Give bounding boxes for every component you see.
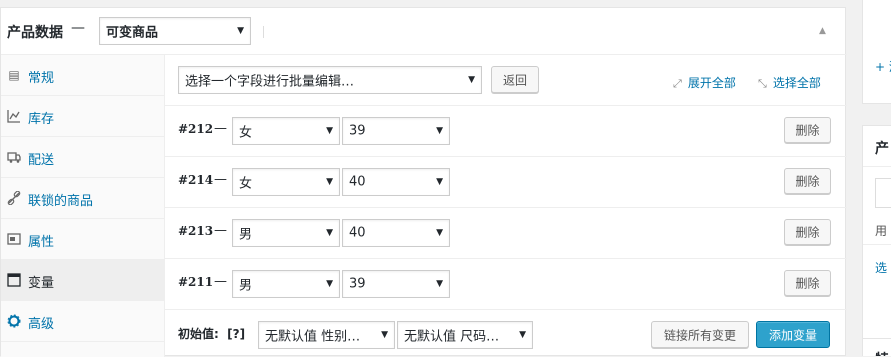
size-select[interactable]: 39 ▼ [342, 117, 450, 145]
chevron-down-icon: ▼ [468, 75, 475, 85]
title-dash: — [71, 20, 85, 36]
tab-label: 属性 [28, 235, 55, 250]
variation-id: #211 [178, 275, 214, 289]
linked-products-icon [7, 190, 21, 206]
chevron-down-icon: ▼ [326, 279, 333, 289]
gender-select[interactable]: 女 ▼ [232, 117, 340, 145]
chevron-down-icon: ▼ [436, 177, 443, 187]
tab-linked-products[interactable]: 联锁的商品 [1, 178, 165, 219]
bulk-edit-value: 选择一个字段进行批量编辑… [185, 74, 355, 90]
right-sidebar-box: 特 [862, 338, 891, 356]
variation-id: #213 [178, 224, 214, 238]
chevron-down-icon: ▼ [326, 228, 333, 238]
variation-row[interactable]: #213 — 男 ▼ 40 ▼ 删除 [165, 207, 847, 259]
size-select[interactable]: 40 ▼ [342, 168, 450, 196]
add-variation-button[interactable]: 添加变量 [756, 321, 830, 348]
variation-id: #212 [178, 122, 214, 136]
chevron-down-icon: ▼ [519, 330, 526, 340]
header-divider [263, 26, 264, 38]
default-size-select[interactable]: 无默认值 尺码… ▼ [397, 321, 533, 349]
chevron-down-icon: ▼ [326, 126, 333, 136]
product-data-tabs: ▤ 常规 库存 配送 联锁的商品 属性 变量 高级 [1, 55, 165, 357]
expand-icon: ⤢ [673, 77, 682, 90]
attributes-icon [7, 232, 21, 246]
general-icon: ▤ [8, 68, 20, 82]
go-button[interactable]: 返回 [491, 66, 539, 93]
tab-label: 变量 [28, 276, 55, 291]
variation-row[interactable]: #211 — 男 ▼ 39 ▼ 删除 [165, 258, 847, 310]
tab-label: 常规 [28, 71, 55, 86]
select-all-link[interactable]: ⤡ 选择全部 [758, 74, 821, 91]
collapse-icon: ⤡ [758, 77, 767, 90]
right-sidebar-box: 产 用 选 [862, 125, 891, 340]
size-select[interactable]: 40 ▼ [342, 219, 450, 247]
gender-select[interactable]: 男 ▼ [232, 270, 340, 298]
tab-variations[interactable]: 变量 [1, 260, 165, 301]
image-placeholder[interactable] [875, 178, 891, 208]
select-link[interactable]: 选 [875, 259, 887, 276]
box-title: 产 [875, 141, 889, 157]
bulk-edit-select[interactable]: 选择一个字段进行批量编辑… ▼ [178, 66, 482, 94]
tab-attributes[interactable]: 属性 [1, 219, 165, 260]
tab-label: 联锁的商品 [28, 194, 94, 209]
size-select[interactable]: 39 ▼ [342, 270, 450, 298]
chevron-down-icon: ▼ [436, 126, 443, 136]
row-dash: — [214, 274, 227, 289]
link-all-variations-button[interactable]: 链接所有变更 [651, 321, 749, 348]
gender-select[interactable]: 男 ▼ [232, 219, 340, 247]
product-type-value: 可变商品 [106, 25, 159, 41]
triangle-up-icon[interactable]: ▲ [819, 26, 826, 36]
variations-panel: 选择一个字段进行批量编辑… ▼ 返回 ⤢ 展开全部 ⤡ 选择全部 #212 — 女 … [165, 55, 847, 357]
panel-header: 产品数据 — 可变商品 ▼ ▲ [1, 8, 847, 55]
tab-label: 高级 [28, 317, 55, 332]
remove-variation-button[interactable]: 删除 [784, 168, 831, 194]
variation-id: #214 [178, 173, 214, 187]
row-dash: — [214, 121, 227, 136]
remove-variation-button[interactable]: 删除 [784, 270, 831, 296]
variations-icon [7, 273, 21, 287]
advanced-icon [7, 314, 21, 328]
variations-toolbar: 选择一个字段进行批量编辑… ▼ 返回 ⤢ 展开全部 ⤡ 选择全部 [165, 55, 847, 106]
inventory-icon [7, 109, 21, 123]
tab-inventory[interactable]: 库存 [1, 96, 165, 137]
defaults-label: 初始值: [?] [178, 327, 246, 341]
chevron-down-icon: ▼ [381, 330, 388, 340]
panel-title: 产品数据 [7, 25, 63, 41]
chevron-down-icon: ▼ [326, 177, 333, 187]
shipping-icon [7, 150, 21, 164]
gender-select[interactable]: 女 ▼ [232, 168, 340, 196]
variation-row[interactable]: #212 — 女 ▼ 39 ▼ 删除 [165, 105, 847, 157]
variation-row[interactable]: #214 — 女 ▼ 40 ▼ 删除 [165, 156, 847, 208]
right-sidebar-box: + 添 [862, 0, 891, 104]
variations-defaults: 初始值: [?] 无默认值 性别… ▼ 无默认值 尺码… ▼ 链接所有变更 添加… [165, 310, 847, 357]
product-type-select[interactable]: 可变商品 ▼ [99, 17, 251, 45]
remove-variation-button[interactable]: 删除 [784, 219, 831, 245]
row-dash: — [214, 223, 227, 238]
add-link[interactable]: + 添 [875, 58, 891, 75]
remove-variation-button[interactable]: 删除 [784, 117, 831, 143]
chevron-down-icon: ▼ [436, 228, 443, 238]
tab-label: 配送 [28, 153, 55, 168]
row-dash: — [214, 172, 227, 187]
chevron-down-icon: ▼ [436, 279, 443, 289]
product-data-panel: 产品数据 — 可变商品 ▼ ▲ ▤ 常规 库存 配送 联锁的商品 属性 变量 高… [0, 7, 847, 357]
tab-general[interactable]: ▤ 常规 [1, 55, 165, 96]
help-tip[interactable]: [?] [227, 327, 245, 341]
tab-shipping[interactable]: 配送 [1, 137, 165, 178]
tab-label: 库存 [28, 112, 55, 127]
tab-advanced[interactable]: 高级 [1, 301, 165, 342]
box-title: 特 [875, 349, 889, 356]
expand-all-link[interactable]: ⤢ 展开全部 [673, 74, 736, 91]
chevron-down-icon: ▼ [237, 26, 244, 36]
default-gender-select[interactable]: 无默认值 性别… ▼ [258, 321, 395, 349]
box-text: 用 [875, 224, 888, 238]
